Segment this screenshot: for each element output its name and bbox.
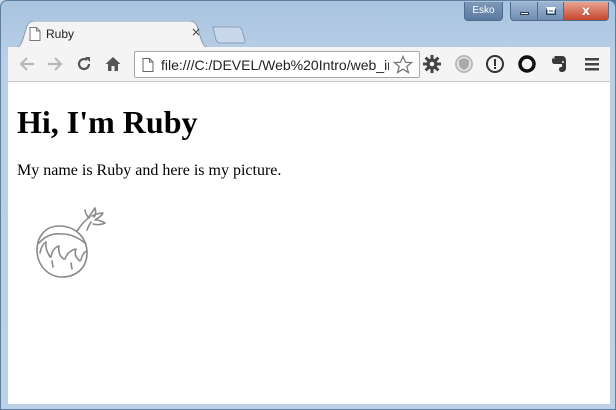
window-controls: x [510, 2, 609, 21]
close-icon: x [581, 3, 591, 19]
settings-button[interactable] [421, 53, 443, 75]
extension-shield-button[interactable] [453, 53, 475, 75]
extension-info-button[interactable] [484, 53, 506, 75]
back-button[interactable] [16, 53, 38, 75]
home-icon [105, 57, 121, 71]
arrow-left-icon [19, 57, 34, 71]
new-tab-button[interactable] [212, 26, 246, 44]
menu-button[interactable] [581, 53, 603, 75]
page-icon [142, 58, 154, 72]
evernote-icon [552, 56, 566, 72]
url-text[interactable]: file:///C:/DEVEL/Web%20Intro/web_intro/r… [161, 57, 389, 73]
hamburger-menu-icon [585, 58, 599, 71]
maximize-button[interactable] [537, 2, 563, 21]
star-icon[interactable] [393, 55, 413, 75]
page-heading: Hi, I'm Ruby [17, 104, 198, 140]
page-viewport: Hi, I'm Ruby My name is Ruby and here is… [8, 82, 610, 404]
shield-icon [455, 55, 473, 73]
page-paragraph: My name is Ruby and here is my picture. [17, 162, 282, 179]
tab-close-icon[interactable]: × [189, 25, 203, 39]
extension-ring-button[interactable] [516, 53, 538, 75]
forward-button[interactable] [44, 53, 66, 75]
ruby-picture [36, 207, 106, 278]
reload-button[interactable] [73, 53, 95, 75]
maximize-icon [545, 7, 556, 15]
extension-evernote-button[interactable] [548, 53, 570, 75]
minimize-icon [519, 12, 529, 15]
browser-toolbar: file:///C:/DEVEL/Web%20Intro/web_intro/r… [8, 47, 610, 82]
tab-title: Ruby [46, 27, 75, 41]
reload-icon [77, 57, 91, 71]
page-icon [29, 27, 41, 41]
info-circle-icon [486, 55, 504, 73]
browser-window: Esko x Ruby × file:///C:/DEVEL/Web%20Int… [0, 0, 616, 410]
tab-background [13, 21, 211, 48]
ring-icon [518, 55, 536, 73]
profile-button[interactable]: Esko [464, 2, 503, 21]
profile-name: Esko [472, 5, 495, 16]
home-button[interactable] [102, 53, 124, 75]
address-bar[interactable]: file:///C:/DEVEL/Web%20Intro/web_intro/r… [134, 51, 420, 78]
gear-icon [423, 55, 441, 73]
tab-ruby[interactable]: Ruby × [13, 21, 211, 48]
arrow-right-icon [48, 57, 63, 71]
close-window-button[interactable]: x [563, 2, 609, 21]
minimize-button[interactable] [510, 2, 537, 21]
